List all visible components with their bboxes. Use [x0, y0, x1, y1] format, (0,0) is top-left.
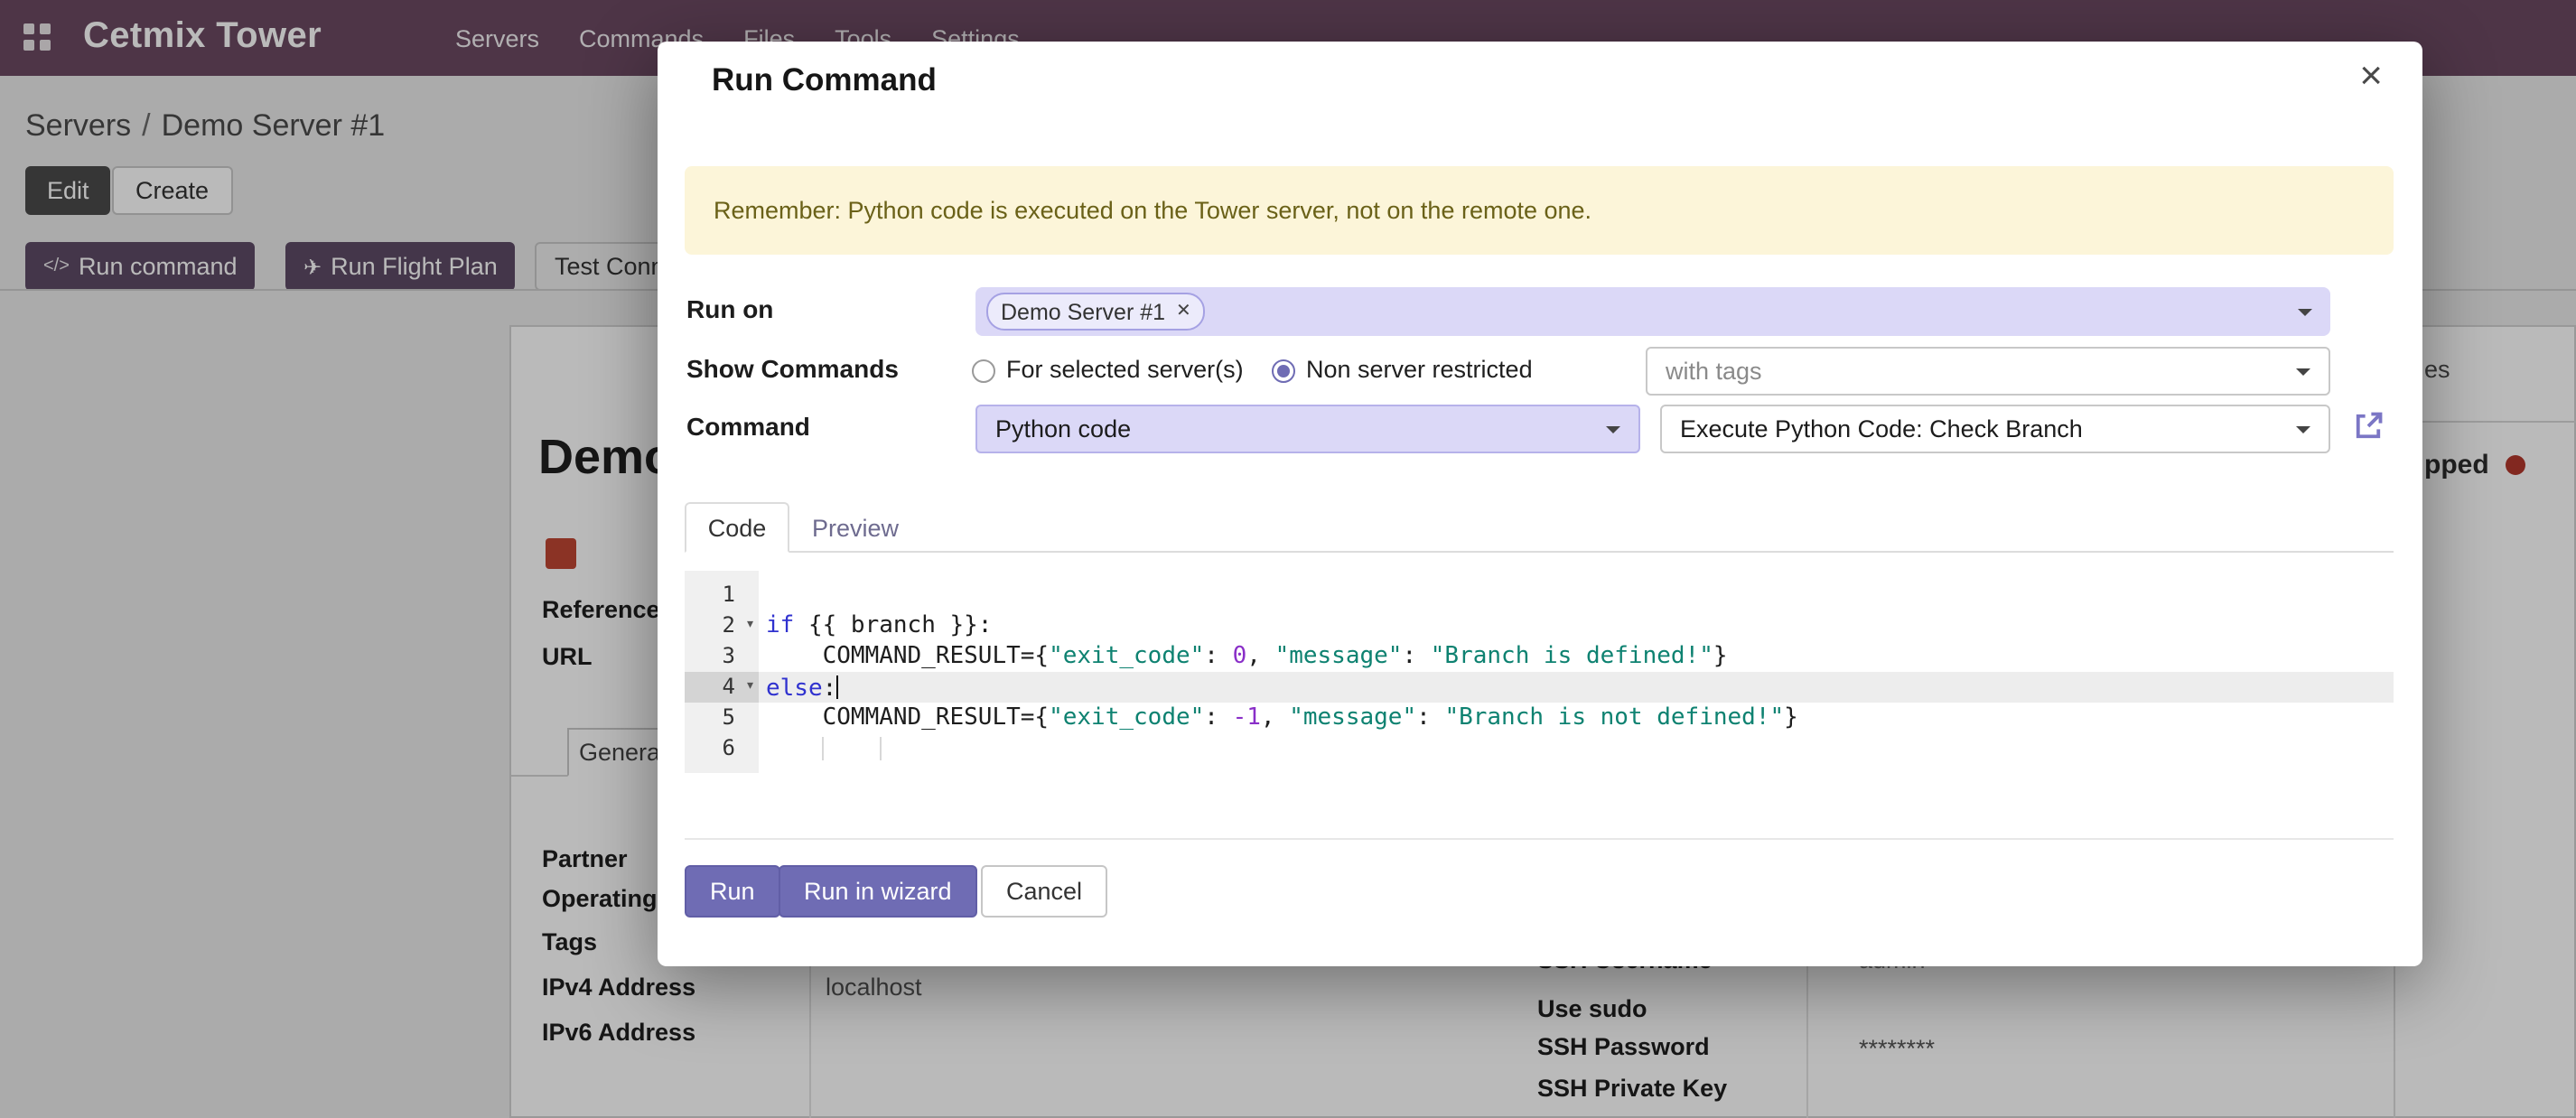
- chevron-down-icon: [2298, 308, 2312, 322]
- code-line-2[interactable]: if {{ branch }}:: [759, 610, 2394, 641]
- footer-divider: [685, 838, 2394, 840]
- chevron-down-icon: [2296, 368, 2310, 382]
- fold-arrow-icon[interactable]: ▾: [745, 672, 755, 703]
- server-tag-label: Demo Server #1: [1001, 299, 1165, 324]
- code-line-4[interactable]: else:: [759, 672, 2394, 703]
- cancel-button[interactable]: Cancel: [981, 865, 1107, 918]
- code-line-5[interactable]: COMMAND_RESULT={"exit_code": -1, "messag…: [759, 703, 2394, 733]
- indent-guide: [879, 737, 881, 760]
- fold-arrow-icon[interactable]: ▾: [745, 610, 755, 641]
- gutter-line-4: 4▾: [685, 672, 759, 703]
- gutter-line-6: 6: [685, 733, 759, 764]
- gutter-line-5: 5: [685, 703, 759, 733]
- text-cursor: [836, 675, 838, 699]
- with-tags-select[interactable]: with tags: [1646, 347, 2330, 396]
- radio-non-server-restricted[interactable]: [1272, 359, 1295, 383]
- command-label: Command: [686, 412, 810, 441]
- radio-non-server-restricted-label[interactable]: Non server restricted: [1306, 356, 1533, 383]
- code-line-6[interactable]: [759, 733, 2394, 764]
- command-select[interactable]: Execute Python Code: Check Branch: [1660, 405, 2330, 453]
- server-tag[interactable]: Demo Server #1 ✕: [986, 293, 1206, 331]
- tag-remove-icon[interactable]: ✕: [1176, 302, 1191, 321]
- tabbar-divider: [685, 551, 2394, 553]
- chevron-down-icon: [2296, 425, 2310, 440]
- radio-for-selected-servers-label[interactable]: For selected server(s): [1006, 356, 1244, 383]
- code-editor[interactable]: 12▾34▾56 if {{ branch }}: COMMAND_RESULT…: [685, 571, 2394, 773]
- modal-title: Run Command: [712, 61, 937, 99]
- run-button[interactable]: Run: [685, 865, 780, 918]
- screen: Cetmix Tower ServersCommandsFilesToolsSe…: [0, 0, 2576, 1118]
- run-on-label: Run on: [686, 294, 773, 323]
- gutter-line-1: 1: [685, 580, 759, 610]
- warning-alert: Remember: Python code is executed on the…: [685, 166, 2394, 255]
- with-tags-placeholder: with tags: [1666, 358, 1762, 385]
- tab-preview[interactable]: Preview: [789, 502, 921, 553]
- gutter-line-3: 3: [685, 641, 759, 672]
- external-link-icon[interactable]: [2352, 410, 2385, 443]
- code-line-1[interactable]: [759, 580, 2394, 610]
- gutter-line-2: 2▾: [685, 610, 759, 641]
- editor-lines[interactable]: if {{ branch }}: COMMAND_RESULT={"exit_c…: [759, 571, 2394, 773]
- indent-guide: [823, 737, 825, 760]
- run-on-tags-field[interactable]: Demo Server #1 ✕: [975, 287, 2330, 336]
- warning-alert-text: Remember: Python code is executed on the…: [714, 197, 1591, 224]
- tab-code[interactable]: Code: [685, 502, 789, 553]
- run-in-wizard-button[interactable]: Run in wizard: [779, 865, 977, 918]
- show-commands-label: Show Commands: [686, 354, 899, 383]
- command-value: Execute Python Code: Check Branch: [1680, 415, 2083, 443]
- run-command-modal: Run Command × Remember: Python code is e…: [658, 42, 2422, 966]
- command-type-value: Python code: [995, 415, 1131, 443]
- command-type-select[interactable]: Python code: [975, 405, 1640, 453]
- close-icon[interactable]: ×: [2359, 56, 2383, 96]
- chevron-down-icon: [1606, 425, 1620, 440]
- radio-for-selected-servers[interactable]: [972, 359, 995, 383]
- editor-gutter: 12▾34▾56: [685, 571, 759, 773]
- code-line-3[interactable]: COMMAND_RESULT={"exit_code": 0, "message…: [759, 641, 2394, 672]
